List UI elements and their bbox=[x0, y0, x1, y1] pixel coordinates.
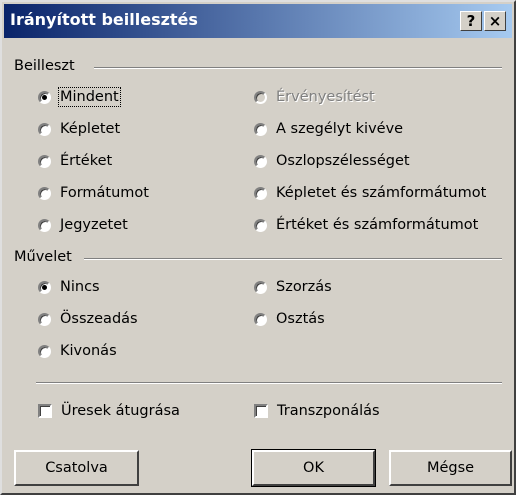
radio-label: Értéket és számformátumot bbox=[276, 217, 479, 233]
radio-button[interactable] bbox=[254, 218, 267, 232]
radio-button[interactable] bbox=[254, 122, 267, 136]
radio-label: Szorzás bbox=[276, 279, 332, 295]
radio-label: Érvényesítést bbox=[276, 89, 375, 105]
checkbox-label: Üresek átugrása bbox=[61, 403, 180, 419]
close-button[interactable]: × bbox=[484, 11, 506, 31]
paste-link-button[interactable]: Csatolva bbox=[14, 450, 139, 486]
radio-formulas-and-number-formats[interactable]: Képletet és számformátumot bbox=[254, 182, 486, 204]
radio-paste-values[interactable]: Értéket bbox=[38, 150, 112, 172]
paste-group-divider bbox=[94, 67, 502, 69]
help-button[interactable]: ? bbox=[460, 11, 482, 31]
radio-button[interactable] bbox=[38, 344, 51, 358]
checkbox[interactable] bbox=[38, 404, 52, 418]
radio-button[interactable] bbox=[38, 154, 51, 168]
radio-label: A szegélyt kivéve bbox=[276, 121, 404, 137]
radio-operation-none[interactable]: Nincs bbox=[38, 276, 100, 298]
radio-button-selected[interactable] bbox=[38, 90, 51, 104]
title-bar[interactable]: Irányított beillesztés ? × bbox=[4, 4, 512, 38]
radio-label: Értéket bbox=[60, 153, 113, 169]
radio-button[interactable] bbox=[254, 154, 267, 168]
radio-label: Képletet és számformátumot bbox=[276, 185, 487, 201]
radio-all-except-borders[interactable]: A szegélyt kivéve bbox=[254, 118, 403, 140]
checkbox-skip-blanks[interactable]: Üresek átugrása bbox=[38, 400, 180, 422]
radio-button-disabled bbox=[254, 90, 267, 104]
radio-label: Képletet bbox=[60, 121, 121, 137]
checkbox[interactable] bbox=[254, 404, 268, 418]
radio-paste-comments[interactable]: Jegyzetet bbox=[38, 214, 128, 236]
section-divider bbox=[36, 382, 502, 384]
operation-group-label: Művelet bbox=[14, 249, 72, 265]
checkbox-transpose[interactable]: Transzponálás bbox=[254, 400, 380, 422]
operation-group-divider bbox=[84, 258, 502, 260]
radio-label: Jegyzetet bbox=[60, 217, 128, 233]
radio-button[interactable] bbox=[38, 186, 51, 200]
radio-operation-multiply[interactable]: Szorzás bbox=[254, 276, 332, 298]
radio-paste-formulas[interactable]: Képletet bbox=[38, 118, 120, 140]
radio-values-and-number-formats[interactable]: Értéket és számformátumot bbox=[254, 214, 478, 236]
radio-label: Kivonás bbox=[60, 343, 117, 359]
radio-operation-divide[interactable]: Osztás bbox=[254, 308, 325, 330]
radio-button[interactable] bbox=[38, 218, 51, 232]
radio-label: Nincs bbox=[60, 279, 100, 295]
radio-label: Összeadás bbox=[60, 311, 138, 327]
paste-group-label: Beilleszt bbox=[14, 58, 75, 74]
radio-label: Mindent bbox=[58, 87, 121, 107]
radio-button[interactable] bbox=[38, 312, 51, 326]
radio-column-widths[interactable]: Oszlopszélességet bbox=[254, 150, 410, 172]
window-title: Irányított beillesztés bbox=[10, 10, 198, 29]
radio-button[interactable] bbox=[254, 312, 267, 326]
radio-button[interactable] bbox=[254, 280, 267, 294]
radio-paste-all[interactable]: Mindent bbox=[38, 86, 121, 108]
radio-button-selected[interactable] bbox=[38, 280, 51, 294]
radio-label: Osztás bbox=[276, 311, 325, 327]
radio-button[interactable] bbox=[38, 122, 51, 136]
radio-button[interactable] bbox=[254, 186, 267, 200]
cancel-button[interactable]: Mégse bbox=[389, 450, 512, 486]
radio-paste-formats[interactable]: Formátumot bbox=[38, 182, 149, 204]
radio-paste-validation: Érvényesítést bbox=[254, 86, 375, 108]
checkbox-label: Transzponálás bbox=[277, 403, 380, 419]
radio-label: Formátumot bbox=[60, 185, 149, 201]
paste-special-dialog: Irányított beillesztés ? × Beilleszt Min… bbox=[0, 0, 516, 495]
radio-operation-add[interactable]: Összeadás bbox=[38, 308, 138, 330]
radio-operation-subtract[interactable]: Kivonás bbox=[38, 340, 117, 362]
radio-label: Oszlopszélességet bbox=[276, 153, 410, 169]
ok-button[interactable]: OK bbox=[251, 449, 376, 487]
